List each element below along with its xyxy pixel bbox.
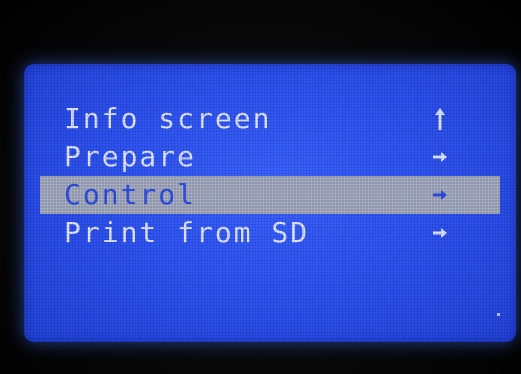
main-menu: Info screen Prepare Control Print from S… [40,100,500,252]
menu-item-label: Print from SD [64,216,310,249]
menu-item-label: Prepare [64,140,197,173]
display-bezel: Info screen Prepare Control Print from S… [0,0,521,374]
right-arrow-icon [428,138,452,176]
menu-item-control[interactable]: Control [40,176,500,214]
menu-item-print-from-sd[interactable]: Print from SD [40,214,500,252]
up-arrow-icon [428,100,452,138]
right-arrow-icon [428,176,452,214]
lcd-screen: Info screen Prepare Control Print from S… [24,64,516,342]
menu-item-label: Control [64,178,197,211]
menu-item-info-screen[interactable]: Info screen [40,100,500,138]
menu-item-prepare[interactable]: Prepare [40,138,500,176]
menu-item-label: Info screen [64,102,272,135]
right-arrow-icon [428,214,452,252]
status-dot [497,313,500,316]
